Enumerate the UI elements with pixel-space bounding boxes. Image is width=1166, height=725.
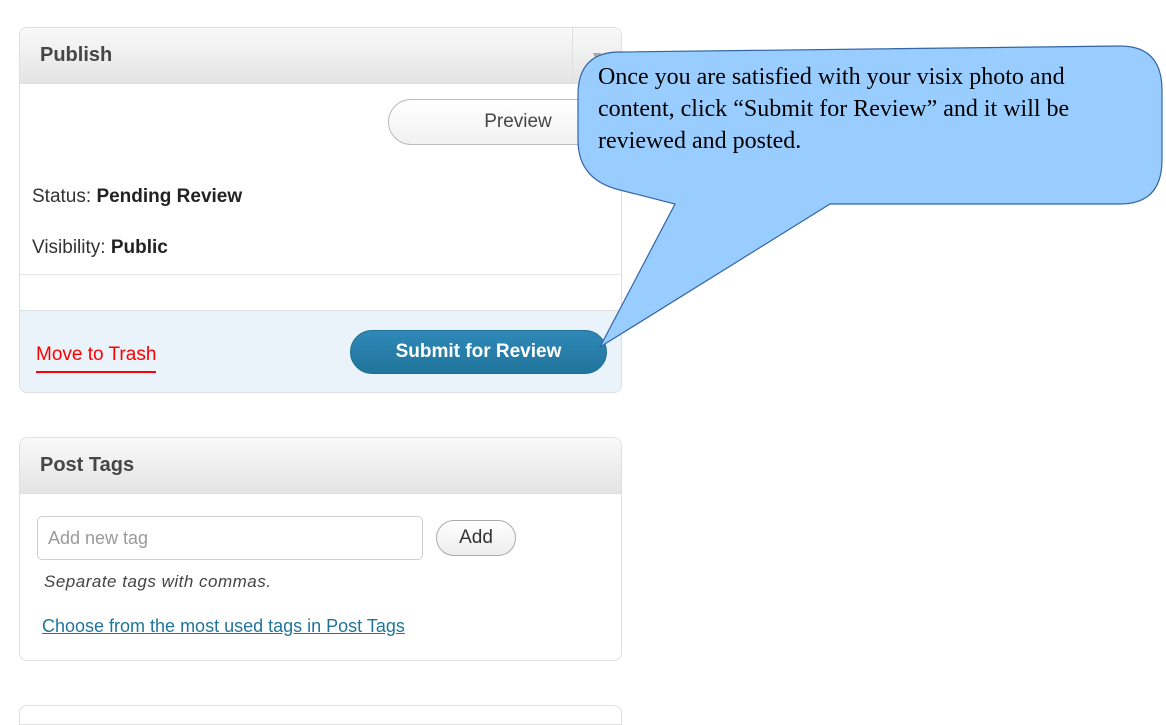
publish-header[interactable]: Publish ▼ [20, 28, 621, 84]
status-label: Status: [32, 186, 92, 207]
visibility-label: Visibility: [32, 237, 106, 258]
tags-hint: Separate tags with commas. [44, 572, 272, 591]
post-tags-header[interactable]: Post Tags [20, 438, 621, 494]
publish-divider [20, 274, 621, 275]
callout-text: Once you are satisfied with your visix p… [598, 64, 1070, 154]
visibility-value: Public [110, 237, 168, 258]
publish-title: Publish [40, 44, 113, 66]
publish-panel: Publish ▼ Preview Status: Pending Review… [19, 27, 622, 393]
next-panel-edge [19, 705, 622, 725]
post-tags-title: Post Tags [40, 454, 135, 476]
status-row: Status: Pending Review [32, 186, 242, 208]
move-to-trash-link[interactable]: Move to Trash [36, 344, 157, 373]
add-tag-button[interactable]: Add [436, 520, 516, 556]
status-value: Pending Review [96, 186, 243, 207]
publish-actions: Move to Trash Submit for Review [20, 310, 621, 392]
visibility-row: Visibility: Public [32, 237, 168, 259]
post-tags-panel: Post Tags Add Separate tags with commas.… [19, 437, 622, 661]
submit-for-review-button[interactable]: Submit for Review [350, 330, 607, 374]
new-tag-input[interactable] [37, 516, 423, 560]
preview-button[interactable]: Preview [388, 99, 618, 145]
most-used-tags-link[interactable]: Choose from the most used tags in Post T… [42, 616, 405, 637]
